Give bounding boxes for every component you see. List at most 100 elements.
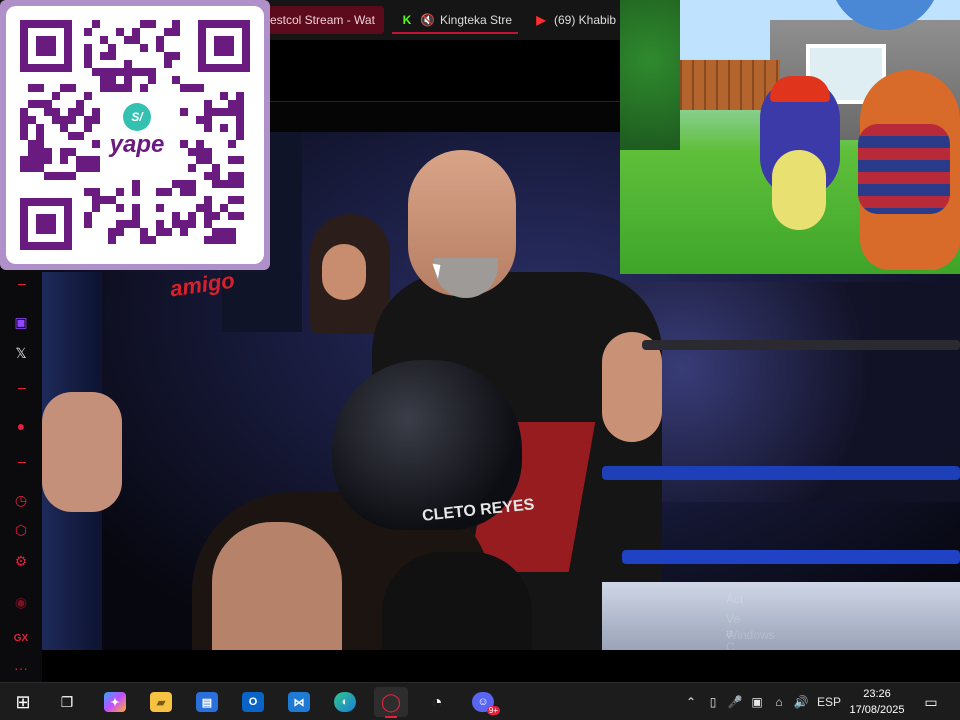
qr-module	[68, 84, 76, 92]
qr-module	[44, 100, 52, 108]
tab-estcol-stream[interactable]: estcol Stream - Wat	[262, 6, 384, 34]
qr-module	[228, 236, 236, 244]
qr-module	[116, 28, 124, 36]
qr-module	[188, 188, 196, 196]
qr-module	[28, 148, 36, 156]
vscode-icon[interactable]: ⋈	[284, 687, 314, 717]
tab-khabib[interactable]: ▶ (69) Khabib	[526, 6, 620, 34]
qr-module	[212, 228, 220, 236]
qr-module	[36, 148, 44, 156]
edge-glyph: ◐	[334, 692, 356, 712]
qr-module	[100, 68, 108, 76]
qr-module	[180, 188, 188, 196]
qr-module	[108, 76, 116, 84]
tab-kingteka-stream[interactable]: K 🔇 Kingteka Stre	[392, 6, 518, 34]
qr-module	[20, 124, 28, 132]
qr-module	[124, 36, 132, 44]
task-view-icon[interactable]: ❐	[52, 687, 82, 717]
qr-module	[164, 60, 172, 68]
qr-module	[92, 68, 100, 76]
spectator-face	[322, 244, 366, 300]
qr-module	[132, 220, 140, 228]
x-icon[interactable]: 𝕏	[0, 341, 42, 365]
qr-module	[60, 148, 68, 156]
microphone-icon[interactable]: 🎤	[724, 695, 746, 709]
settings-icon[interactable]: ⚙	[0, 549, 42, 573]
qr-module	[36, 164, 44, 172]
file-explorer-icon[interactable]: ▰	[146, 687, 176, 717]
qr-module	[124, 68, 132, 76]
hand-on-post	[42, 392, 122, 512]
qr-module	[236, 108, 244, 116]
muted-speaker-icon[interactable]: 🔇	[420, 13, 435, 27]
qr-module	[28, 116, 36, 124]
volume-icon[interactable]: 🔊	[790, 695, 812, 709]
twitch-icon[interactable]: ▣	[0, 310, 42, 334]
clock[interactable]: 23:26 17/08/2025	[842, 686, 912, 718]
qr-finder-top-left	[20, 20, 72, 72]
speed-app-icon[interactable]: ◔	[422, 687, 452, 717]
qr-module	[28, 156, 36, 164]
qr-module	[228, 100, 236, 108]
notification-badge: 9+	[486, 706, 500, 715]
discord-icon[interactable]: ☺ 9+	[468, 687, 500, 717]
extensions-icon[interactable]: ⬡	[0, 518, 42, 542]
store-glyph: ▤	[196, 692, 218, 712]
copilot-icon[interactable]: ✦	[100, 687, 130, 717]
windows-start-icon[interactable]: ⊞	[8, 687, 38, 717]
qr-module	[100, 84, 108, 92]
qr-module	[84, 188, 92, 196]
qr-module	[116, 204, 124, 212]
tab-title: estcol Stream - Wat	[270, 13, 375, 27]
microsoft-store-icon[interactable]: ▤	[192, 687, 222, 717]
qr-module	[204, 204, 212, 212]
qr-module	[60, 84, 68, 92]
qr-module	[188, 220, 196, 228]
system-tray: ⌃ ▯ 🎤 ▣ ⌂ 🔊 ESP	[680, 683, 846, 720]
record-icon[interactable]: ●	[0, 414, 42, 438]
qr-module	[52, 172, 60, 180]
qr-module	[92, 164, 100, 172]
qr-module	[84, 220, 92, 228]
opera-gx-taskbar-icon[interactable]: ◯	[374, 687, 408, 718]
watermark-line: Windows	[726, 628, 775, 642]
clock-icon[interactable]: ◷	[0, 488, 42, 512]
qr-module	[188, 84, 196, 92]
qr-module	[20, 156, 28, 164]
chevron-up-icon[interactable]: ⌃	[680, 695, 702, 709]
qr-module	[76, 132, 84, 140]
qr-module	[132, 68, 140, 76]
qr-module	[164, 228, 172, 236]
folder-glyph: ▰	[150, 692, 172, 712]
notifications-icon[interactable]: ▭	[916, 687, 946, 717]
qr-module	[140, 236, 148, 244]
qr-module	[140, 84, 148, 92]
qr-module	[236, 212, 244, 220]
copilot-glyph: ✦	[104, 692, 126, 712]
desktop-screen: estcol Stream - Wat K 🔇 Kingteka Stre ▶ …	[0, 0, 960, 720]
outlook-icon[interactable]: O	[238, 687, 268, 717]
edge-icon[interactable]: ◐	[330, 687, 360, 717]
qr-module	[172, 20, 180, 28]
qr-module	[228, 156, 236, 164]
qr-module	[236, 132, 244, 140]
language-indicator[interactable]: ESP	[812, 695, 846, 709]
qr-module	[156, 188, 164, 196]
qr-module	[124, 76, 132, 84]
qr-module	[148, 236, 156, 244]
camera-icon[interactable]: ▣	[746, 695, 768, 709]
opera-gx-icon[interactable]: ◉	[0, 590, 42, 614]
qr-module	[236, 124, 244, 132]
qr-module	[196, 116, 204, 124]
youtube-icon: ▶	[536, 13, 546, 27]
device-icon[interactable]: ▯	[702, 695, 724, 709]
qr-module	[140, 228, 148, 236]
more-icon[interactable]: ···	[0, 656, 42, 680]
qr-module	[124, 60, 132, 68]
qr-module	[76, 156, 84, 164]
network-icon[interactable]: ⌂	[768, 695, 790, 709]
gx-label[interactable]: GX	[0, 626, 42, 650]
qr-module	[68, 132, 76, 140]
qr-module	[100, 76, 108, 84]
qr-module	[196, 140, 204, 148]
